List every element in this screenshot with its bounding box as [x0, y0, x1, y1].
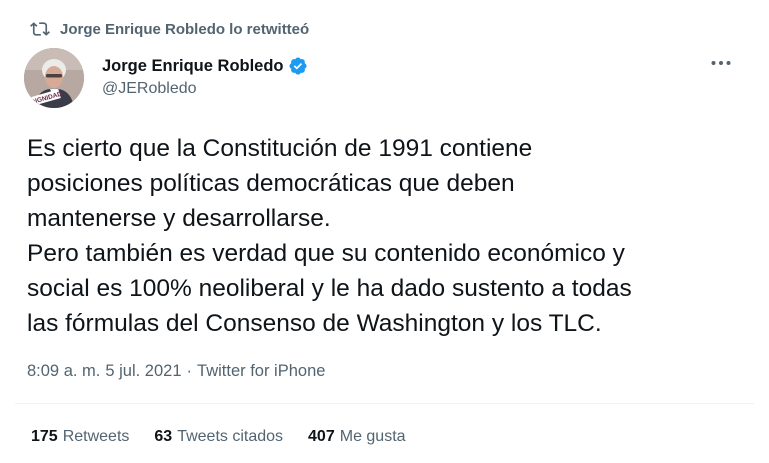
verified-badge-icon — [288, 56, 308, 76]
likes-label: Me gusta — [339, 428, 406, 445]
tweet-text-line: Pero también es verdad que su contenido … — [27, 240, 625, 267]
retweet-context-text: Jorge Enrique Robledo lo retwitteó — [60, 20, 310, 38]
tweet-stats: 175 Retweets 63 Tweets citados 407 Me gu… — [31, 428, 406, 446]
tweet-time-link[interactable]: 8:09 a. m. — [27, 362, 100, 381]
tweet-source-link[interactable]: Twitter for iPhone — [197, 362, 325, 381]
retweets-label: Retweets — [62, 428, 130, 445]
likes-stat[interactable]: 407 Me gusta — [308, 428, 406, 446]
more-options-button[interactable] — [706, 52, 736, 74]
retweet-icon — [30, 19, 50, 39]
retweets-count: 175 — [31, 428, 58, 445]
tweet-date-link[interactable]: 5 jul. 2021 — [105, 362, 181, 381]
tweet-text-line: mantenerse y desarrollarse. — [27, 205, 331, 232]
divider — [15, 403, 754, 404]
profile-avatar: DIGNIDAD — [24, 48, 84, 108]
retweets-stat[interactable]: 175 Retweets — [31, 428, 129, 446]
author-display-name[interactable]: Jorge Enrique Robledo — [102, 57, 284, 76]
author-name-row[interactable]: Jorge Enrique Robledo — [102, 56, 308, 76]
likes-count: 407 — [308, 428, 335, 445]
author-handle[interactable]: @JERobledo — [102, 80, 197, 98]
tweet-text-line: Es cierto que la Constitución de 1991 co… — [27, 135, 533, 162]
tweet-text-line: posiciones políticas democráticas que de… — [27, 170, 515, 197]
tweet-text-line: social es 100% neoliberal y le ha dado s… — [27, 275, 632, 302]
avatar[interactable]: DIGNIDAD — [24, 48, 84, 108]
tweet-meta: 8:09 a. m. 5 jul. 2021 · Twitter for iPh… — [27, 362, 325, 381]
quotes-label: Tweets citados — [177, 428, 284, 445]
retweet-context[interactable]: Jorge Enrique Robledo lo retwitteó — [30, 18, 309, 40]
quotes-count: 63 — [154, 428, 173, 445]
tweet-text-line: las fórmulas del Consenso de Washington … — [27, 310, 602, 337]
tweet-text: Es cierto que la Constitución de 1991 co… — [27, 131, 752, 341]
more-dots-icon — [711, 61, 731, 65]
quotes-stat[interactable]: 63 Tweets citados — [154, 428, 283, 446]
meta-separator: · — [186, 362, 193, 380]
